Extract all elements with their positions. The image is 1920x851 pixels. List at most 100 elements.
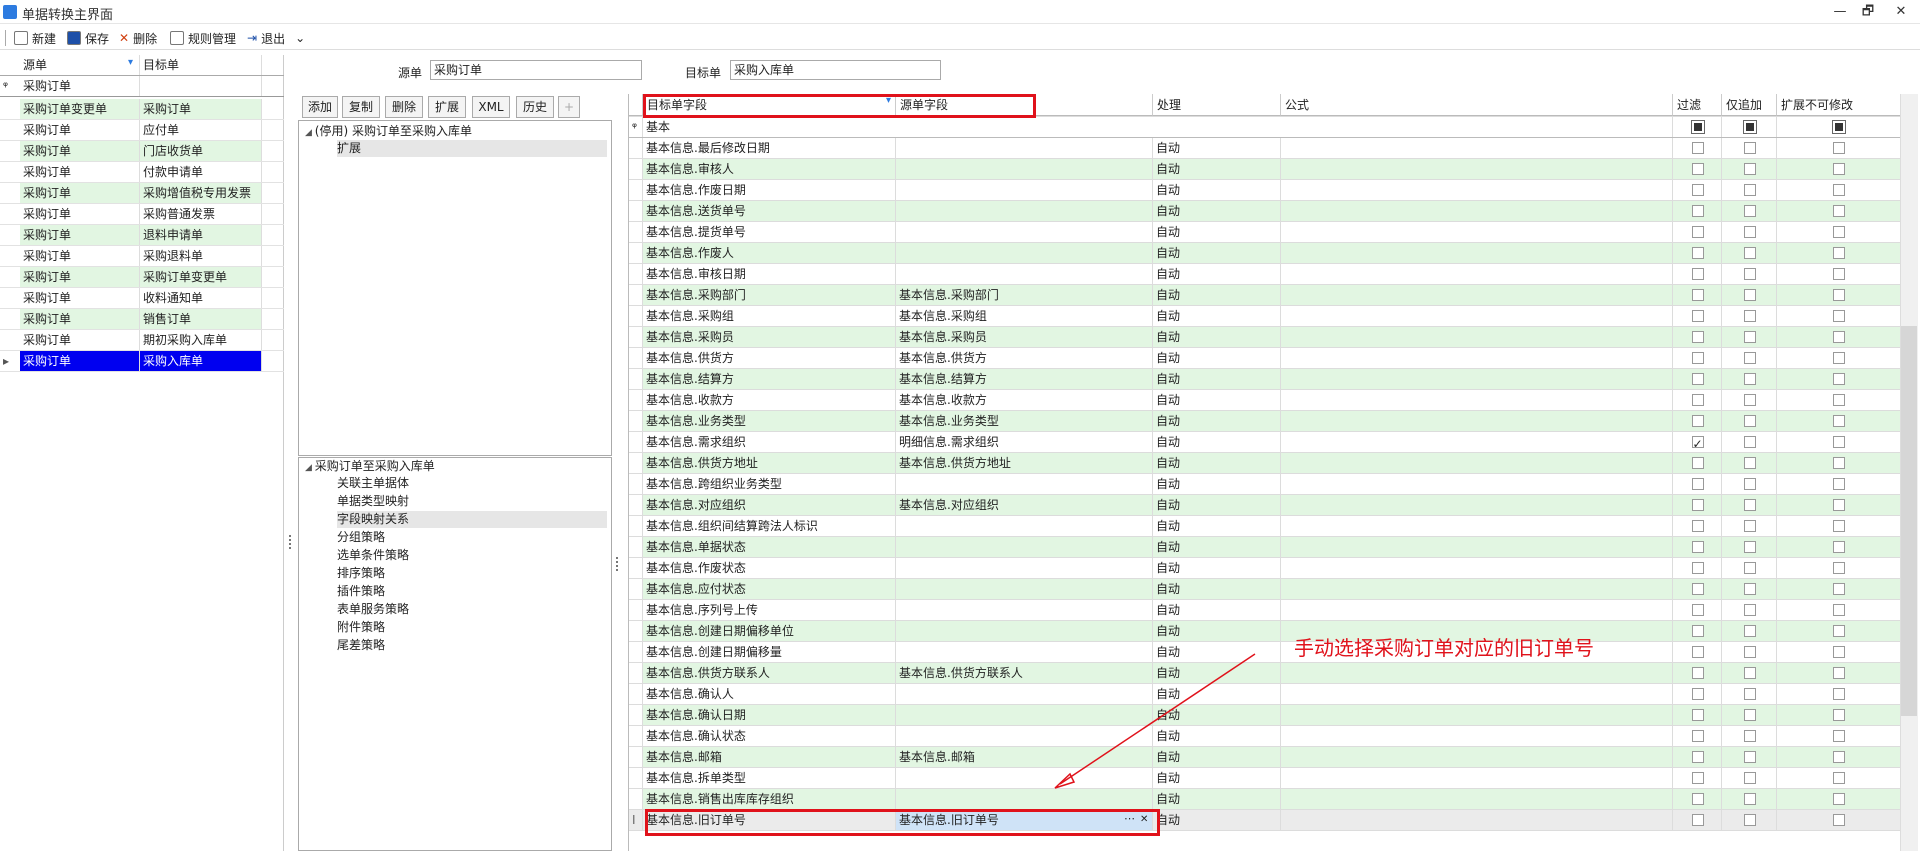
mapping-row[interactable]: 基本信息.组织间结算跨法人标识 自动 [629, 516, 1901, 537]
source-field-cell[interactable] [896, 474, 1153, 494]
formula-cell[interactable] [1281, 768, 1673, 788]
append-only-checkbox[interactable] [1743, 247, 1756, 259]
process-cell[interactable]: 自动 [1153, 474, 1281, 494]
formula-cell[interactable] [1281, 348, 1673, 368]
list-item[interactable]: 采购订单 采购退料单 [0, 246, 284, 267]
list-item[interactable]: 采购订单 采购普通发票 [0, 204, 284, 225]
append-only-checkbox[interactable] [1743, 226, 1756, 238]
target-field-cell[interactable]: 基本信息.确认状态 [643, 726, 896, 746]
process-cell[interactable]: 自动 [1153, 264, 1281, 284]
source-field-cell[interactable] [896, 159, 1153, 179]
list-item[interactable]: ▸ 采购订单 采购入库单 [0, 351, 284, 372]
mapping-row[interactable]: 基本信息.收款方 基本信息.收款方 自动 [629, 390, 1901, 411]
filter-checkbox[interactable] [1691, 751, 1704, 763]
filter-checkbox[interactable] [1691, 499, 1704, 511]
formula-cell[interactable] [1281, 306, 1673, 326]
target-field-cell[interactable]: 基本信息.确认日期 [643, 705, 896, 725]
extend-lock-checkbox[interactable] [1833, 394, 1845, 406]
process-cell[interactable]: 自动 [1153, 600, 1281, 620]
tree-node[interactable]: 关联主单据体 [337, 475, 409, 492]
extend-lock-checkbox[interactable] [1833, 226, 1845, 238]
list-item[interactable]: 采购订单 采购订单变更单 [0, 267, 284, 288]
target-field-cell[interactable]: 基本信息.确认人 [643, 684, 896, 704]
target-field-cell[interactable]: 基本信息.提货单号 [643, 222, 896, 242]
filter-checkbox[interactable] [1691, 541, 1704, 553]
formula-cell[interactable] [1281, 432, 1673, 452]
mapping-row[interactable]: 基本信息.对应组织 基本信息.对应组织 自动 [629, 495, 1901, 516]
extend-lock-checkbox[interactable] [1833, 289, 1845, 301]
formula-cell[interactable] [1281, 495, 1673, 515]
mapping-row[interactable]: 基本信息.序列号上传 自动 [629, 600, 1901, 621]
mapping-row[interactable]: 基本信息.拆单类型 自动 [629, 768, 1901, 789]
source-field-cell[interactable] [896, 537, 1153, 557]
formula-cell[interactable] [1281, 285, 1673, 305]
source-field[interactable]: 采购订单 [430, 60, 642, 80]
scrollbar-thumb[interactable] [1901, 326, 1917, 716]
append-only-checkbox[interactable] [1743, 331, 1756, 343]
process-cell[interactable]: 自动 [1153, 243, 1281, 263]
filter-checkbox[interactable] [1691, 667, 1704, 679]
tree-node[interactable]: 排序策略 [337, 565, 385, 582]
mapping-row[interactable]: 基本信息.创建日期偏移单位 自动 [629, 621, 1901, 642]
list-item[interactable]: 采购订单变更单 采购订单 [0, 99, 284, 120]
source-cell[interactable]: 采购订单 [20, 267, 140, 287]
append-only-checkbox[interactable] [1743, 541, 1756, 553]
process-cell[interactable]: 自动 [1153, 579, 1281, 599]
target-cell[interactable]: 期初采购入库单 [140, 330, 262, 350]
source-field-cell[interactable]: 基本信息.采购部门 [896, 285, 1153, 305]
target-cell[interactable]: 门店收货单 [140, 141, 262, 161]
extend-lock-checkbox[interactable] [1833, 562, 1845, 574]
formula-cell[interactable] [1281, 453, 1673, 473]
extend-lock-checkbox[interactable] [1833, 772, 1845, 784]
source-field-cell[interactable] [896, 243, 1153, 263]
extend-lock-checkbox[interactable] [1833, 709, 1845, 721]
target-cell[interactable]: 采购订单 [140, 99, 262, 119]
target-field-cell[interactable]: 基本信息.采购组 [643, 306, 896, 326]
splitter-grip[interactable] [616, 557, 624, 571]
source-field-cell[interactable]: 基本信息.供货方地址 [896, 453, 1153, 473]
filter-checkbox[interactable] [1691, 772, 1704, 784]
target-field-cell[interactable]: 基本信息.作废日期 [643, 180, 896, 200]
rule-button-3[interactable]: 扩展 [428, 96, 466, 118]
source-cell[interactable]: 采购订单变更单 [20, 99, 140, 119]
target-field-cell[interactable]: 基本信息.作废状态 [643, 558, 896, 578]
process-cell[interactable]: 自动 [1153, 306, 1281, 326]
extend-lock-checkbox[interactable] [1833, 625, 1845, 637]
process-cell[interactable]: 自动 [1153, 138, 1281, 158]
extend-lock-checkbox[interactable] [1833, 499, 1845, 511]
process-cell[interactable]: 自动 [1153, 432, 1281, 452]
rule-button-5[interactable]: 历史 [516, 96, 554, 118]
tree-node[interactable]: 单据类型映射 [337, 493, 409, 510]
source-field-cell[interactable] [896, 180, 1153, 200]
filter-checkbox[interactable] [1691, 142, 1704, 154]
source-field-cell[interactable] [896, 201, 1153, 221]
filter-row[interactable]: ᵠ 采购订单 [0, 76, 284, 97]
process-cell[interactable]: 自动 [1153, 411, 1281, 431]
append-only-checkbox[interactable] [1743, 289, 1756, 301]
formula-cell[interactable] [1281, 705, 1673, 725]
target-field-cell[interactable]: 基本信息.应付状态 [643, 579, 896, 599]
process-cell[interactable]: 自动 [1153, 621, 1281, 641]
formula-cell[interactable] [1281, 222, 1673, 242]
extend-lock-checkbox[interactable] [1833, 373, 1845, 385]
column-header[interactable]: 处理 [1153, 94, 1281, 116]
filter-checkbox[interactable] [1691, 646, 1704, 658]
filter-checkbox[interactable] [1691, 625, 1704, 637]
formula-cell[interactable] [1281, 558, 1673, 578]
filter-checkbox[interactable] [1691, 184, 1704, 196]
target-field-cell[interactable]: 基本信息.供货方联系人 [643, 663, 896, 683]
append-only-checkbox[interactable] [1743, 667, 1756, 679]
target-field-cell[interactable]: 基本信息.跨组织业务类型 [643, 474, 896, 494]
filter-checkbox[interactable] [1691, 434, 1704, 452]
collapse-icon[interactable]: ◢ [305, 128, 315, 138]
append-only-checkbox[interactable] [1743, 352, 1756, 364]
target-field-cell[interactable]: 基本信息.单据状态 [643, 537, 896, 557]
process-cell[interactable]: 自动 [1153, 810, 1281, 830]
target-cell[interactable]: 采购订单变更单 [140, 267, 262, 287]
minimize-button[interactable]: — [1825, 2, 1855, 22]
mapping-row[interactable]: 基本信息.供货方地址 基本信息.供货方地址 自动 [629, 453, 1901, 474]
process-cell[interactable]: 自动 [1153, 558, 1281, 578]
list-item[interactable]: 采购订单 门店收货单 [0, 141, 284, 162]
source-field-cell[interactable]: 基本信息.采购组 [896, 306, 1153, 326]
extend-lock-checkbox[interactable] [1833, 331, 1845, 343]
